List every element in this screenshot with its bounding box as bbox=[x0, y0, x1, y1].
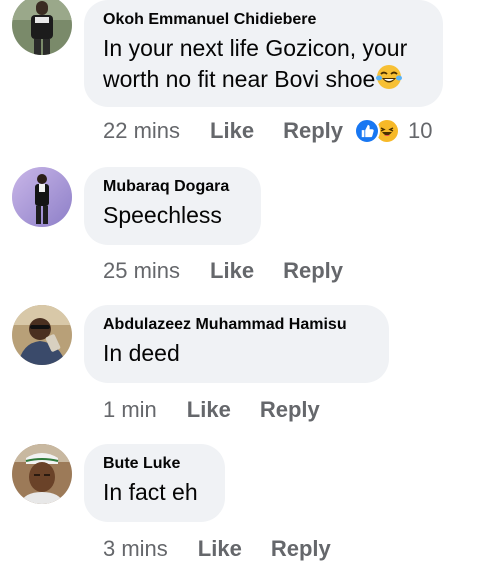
like-button[interactable]: Like bbox=[198, 536, 242, 562]
reply-button[interactable]: Reply bbox=[271, 536, 331, 562]
comment-text-line: worth no fit near Bovi shoe bbox=[103, 66, 376, 92]
comment-bubble: Bute Luke In fact eh bbox=[84, 444, 225, 522]
comment-text-line: In your next life Gozicon, your bbox=[103, 35, 408, 61]
comment-text: Speechless bbox=[103, 202, 222, 228]
reply-button[interactable]: Reply bbox=[260, 397, 320, 423]
like-button[interactable]: Like bbox=[187, 397, 231, 423]
comment-meta: 1 min Like Reply bbox=[103, 397, 349, 423]
comment-text: In your next life Gozicon, your worth no… bbox=[103, 33, 423, 98]
avatar-image bbox=[12, 167, 72, 227]
comment-meta: 3 mins Like Reply bbox=[103, 536, 360, 562]
reply-button[interactable]: Reply bbox=[283, 118, 343, 144]
comment-meta: 25 mins Like Reply bbox=[103, 258, 372, 284]
comment-timestamp[interactable]: 22 mins bbox=[103, 118, 180, 144]
avatar-image bbox=[12, 0, 72, 55]
avatar[interactable] bbox=[12, 0, 72, 55]
comment-timestamp[interactable]: 25 mins bbox=[103, 258, 180, 284]
like-button[interactable]: Like bbox=[210, 258, 254, 284]
avatar[interactable] bbox=[12, 167, 72, 227]
reaction-summary[interactable]: 10 bbox=[354, 118, 432, 144]
reply-button[interactable]: Reply bbox=[283, 258, 343, 284]
comment-author[interactable]: Mubaraq Dogara bbox=[103, 177, 241, 197]
comment-text-line-last: worth no fit near Bovi shoe bbox=[103, 64, 423, 98]
comment-bubble: Mubaraq Dogara Speechless bbox=[84, 167, 261, 245]
avatar[interactable] bbox=[12, 305, 72, 365]
reaction-count: 10 bbox=[408, 118, 433, 143]
comment-meta: 22 mins Like Reply 10 bbox=[103, 118, 432, 144]
avatar-image bbox=[12, 305, 72, 365]
tears-of-joy-emoji-icon bbox=[376, 64, 403, 98]
like-button[interactable]: Like bbox=[210, 118, 254, 144]
comment-bubble: Abdulazeez Muhammad Hamisu In deed bbox=[84, 305, 389, 383]
comment-author[interactable]: Okoh Emmanuel Chidiebere bbox=[103, 10, 423, 30]
comment-timestamp[interactable]: 3 mins bbox=[103, 536, 168, 562]
comment-bubble: Okoh Emmanuel Chidiebere In your next li… bbox=[84, 0, 443, 107]
avatar[interactable] bbox=[12, 444, 72, 504]
comment-author[interactable]: Abdulazeez Muhammad Hamisu bbox=[103, 315, 369, 335]
comment-text: In deed bbox=[103, 340, 180, 366]
comment-text: In fact eh bbox=[103, 479, 198, 505]
comment-author[interactable]: Bute Luke bbox=[103, 454, 205, 474]
comment-timestamp[interactable]: 1 min bbox=[103, 397, 157, 423]
avatar-image bbox=[12, 444, 72, 504]
like-reaction-icon bbox=[354, 118, 380, 144]
